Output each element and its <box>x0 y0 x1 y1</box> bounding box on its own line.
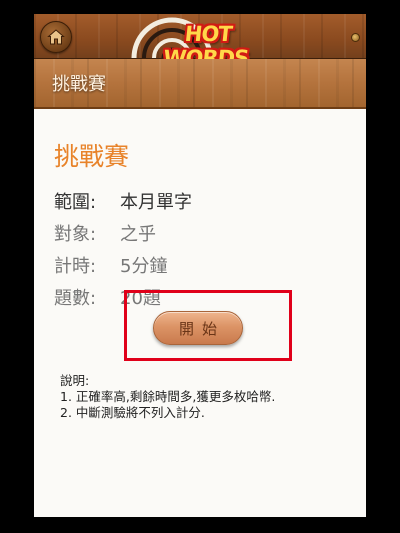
time-row: 計時: 5分鐘 <box>54 252 167 278</box>
start-button[interactable]: 開始 <box>153 311 243 345</box>
top-bar: HOT WORDS <box>34 14 366 70</box>
instructions-title: 說明: <box>60 373 90 388</box>
title-bar: 挑戰賽 <box>34 59 366 109</box>
nav-title: 挑戰賽 <box>52 74 106 95</box>
instructions: 說明: 1. 正確率高,剩餘時間多,獲更多枚哈幣. 2. 中斷測驗將不列入計分. <box>60 373 275 421</box>
instruction-item: 1. 正確率高,剩餘時間多,獲更多枚哈幣. <box>60 389 276 404</box>
count-value: 20題 <box>120 288 161 309</box>
instruction-item: 2. 中斷測驗將不列入計分. <box>60 405 205 420</box>
target-value: 之乎 <box>120 224 156 245</box>
page-heading: 挑戰賽 <box>54 142 130 171</box>
range-value: 本月單字 <box>120 192 192 213</box>
app-screen: HOT WORDS 挑戰賽 挑戰賽 範圍: 本月單字 對象: 之乎 計時: 5分鐘 題… <box>34 14 366 517</box>
home-icon <box>47 29 65 45</box>
count-label: 題數: <box>54 288 97 309</box>
home-button[interactable] <box>40 21 72 53</box>
challenge-panel: 挑戰賽 範圍: 本月單字 對象: 之乎 計時: 5分鐘 題數: 20題 開始 說明: 1… <box>34 109 366 517</box>
range-row: 範圍: 本月單字 <box>54 188 192 214</box>
target-row: 對象: 之乎 <box>54 220 156 246</box>
time-label: 計時: <box>54 256 97 277</box>
target-label: 對象: <box>54 224 97 245</box>
range-label: 範圍: <box>54 192 97 213</box>
time-value: 5分鐘 <box>120 256 168 277</box>
pin-icon <box>351 33 360 42</box>
count-row: 題數: 20題 <box>54 284 161 310</box>
